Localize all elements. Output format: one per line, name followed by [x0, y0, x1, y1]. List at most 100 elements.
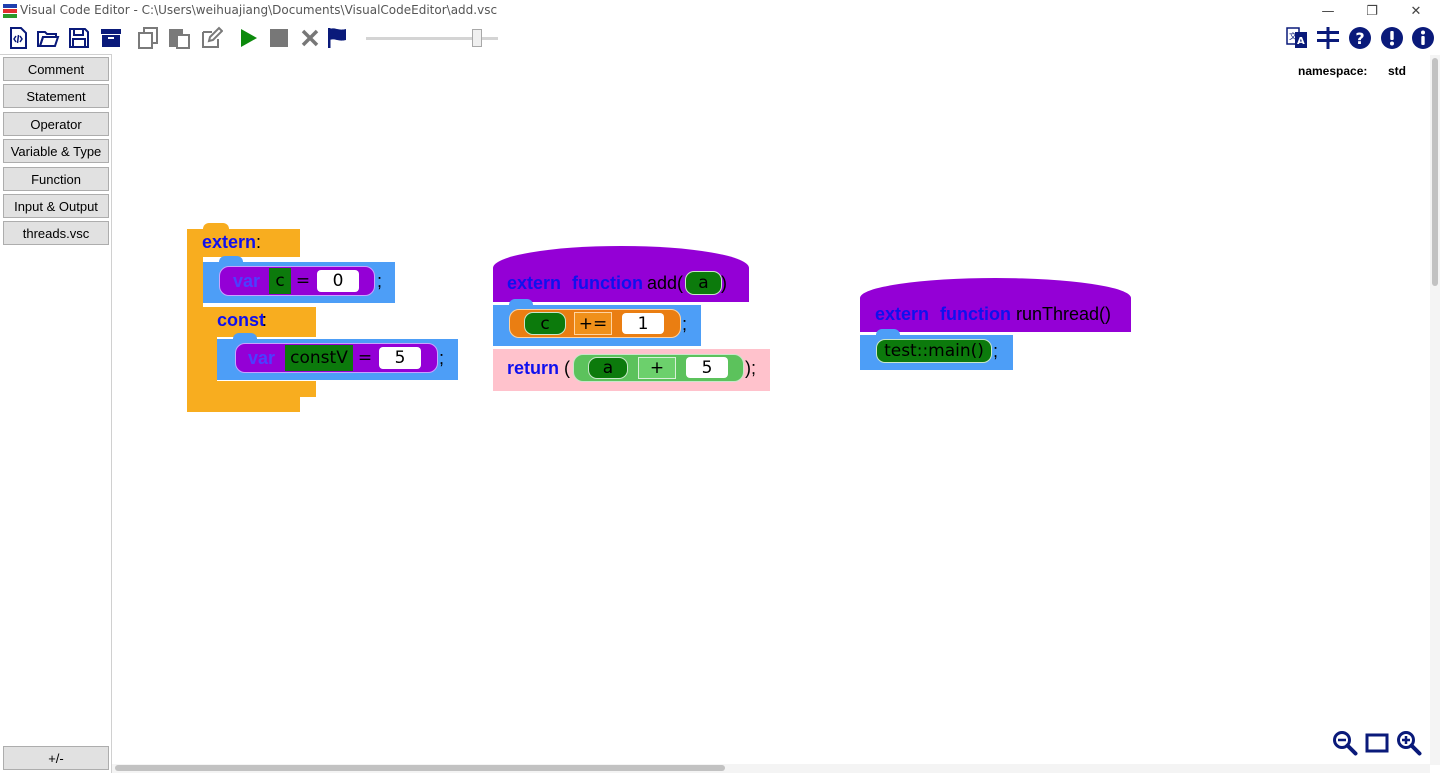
help-button[interactable]: ? [1347, 25, 1373, 51]
vertical-scroll-thumb[interactable] [1432, 58, 1438, 286]
toolbar: 文 A ? [0, 22, 1440, 54]
svg-text:文: 文 [1289, 31, 1297, 41]
namespace-value[interactable]: std [1388, 64, 1406, 78]
variable-name-c[interactable]: c [269, 268, 291, 294]
var-c-ref-label: c [540, 313, 550, 334]
assign-operator: = [295, 271, 311, 291]
app-icon [3, 4, 17, 18]
category-statement[interactable]: Statement [3, 84, 109, 108]
cancel-icon [301, 29, 319, 47]
svg-text:A: A [1297, 36, 1305, 47]
save-icon [69, 28, 89, 48]
translate-button[interactable]: 文 A [1284, 25, 1310, 51]
extern-keyword-add: extern [507, 273, 562, 293]
copy-icon [138, 27, 158, 49]
translate-icon: 文 A [1286, 27, 1307, 48]
param-a-label: a [698, 273, 709, 293]
run-icon [241, 29, 257, 47]
new-file-icon [10, 27, 27, 49]
copy-button[interactable] [135, 25, 161, 51]
new-file-button[interactable] [5, 25, 31, 51]
const-keyword: const [217, 310, 266, 330]
edit-icon [202, 26, 223, 48]
window-title: Visual Code Editor - C:\Users\weihuajian… [20, 3, 498, 17]
call-test-main[interactable]: test::main() [876, 339, 992, 363]
title-bar: Visual Code Editor - C:\Users\weihuajian… [0, 0, 1440, 22]
return-close: ); [745, 358, 756, 378]
value-input-0[interactable]: 0 [317, 270, 359, 292]
close-button[interactable]: ✕ [1396, 0, 1436, 22]
open-folder-icon [37, 31, 60, 47]
paste-icon [169, 29, 190, 49]
category-function[interactable]: Function [3, 167, 109, 191]
var-a-ref-label: a [602, 358, 614, 378]
var-keyword: var [233, 271, 261, 291]
archive-button[interactable] [98, 25, 124, 51]
open-button[interactable] [35, 25, 61, 51]
function-name-runthread: runThread() [1016, 304, 1112, 324]
function-name-add: add( [647, 273, 684, 293]
call-test-main-label: test::main() [884, 341, 984, 361]
value-input-1[interactable]: 1 [622, 313, 664, 334]
semicolon-4: ; [993, 341, 999, 361]
category-variable-type[interactable]: Variable & Type [3, 139, 109, 163]
return-open-paren: ( [564, 358, 570, 378]
settings-button[interactable] [1315, 25, 1341, 51]
semicolon-2: ; [439, 348, 445, 368]
param-a[interactable]: a [685, 271, 722, 295]
stop-button[interactable] [266, 25, 292, 51]
assign-operator-2: = [357, 348, 373, 368]
category-threads-file[interactable]: threads.vsc [3, 221, 109, 245]
category-operator[interactable]: Operator [3, 112, 109, 136]
fit-view-button[interactable] [1363, 729, 1391, 757]
alert-button[interactable] [1379, 25, 1405, 51]
category-input-output[interactable]: Input & Output [3, 194, 109, 218]
archive-icon [101, 29, 121, 47]
value-input-5[interactable]: 5 [379, 347, 421, 369]
info-icon [1412, 27, 1434, 49]
function-close-paren: ) [721, 273, 727, 293]
restore-button[interactable]: ❐ [1352, 0, 1392, 22]
function-keyword-run: function [940, 304, 1011, 324]
zoom-slider-thumb[interactable] [472, 29, 483, 47]
return-keyword: return [507, 358, 560, 378]
run-button[interactable] [235, 25, 261, 51]
category-comment[interactable]: Comment [3, 57, 109, 81]
var-a-ref[interactable]: a [588, 357, 628, 379]
const-colon: : [262, 310, 268, 330]
function-keyword-add: function [572, 273, 643, 293]
extern-keyword: extern [202, 232, 257, 252]
fit-icon [1365, 733, 1389, 753]
flag-icon [328, 28, 346, 48]
paste-button[interactable] [166, 25, 192, 51]
info-button[interactable] [1410, 25, 1436, 51]
stop-icon [270, 29, 288, 47]
zoom-out-icon [1333, 731, 1358, 756]
variable-name-constv[interactable]: constV [285, 345, 353, 371]
edit-button[interactable] [198, 25, 224, 51]
settings-icon [1317, 27, 1339, 49]
semicolon: ; [377, 271, 383, 291]
zoom-in-icon [1397, 731, 1422, 756]
alert-icon [1381, 27, 1403, 49]
zoom-out-button[interactable] [1331, 729, 1359, 757]
code-canvas[interactable] [112, 55, 1430, 765]
horizontal-scroll-thumb[interactable] [115, 765, 725, 771]
plus-operator[interactable]: + [638, 357, 676, 379]
extern-keyword-run: extern [875, 304, 930, 324]
value-input-5b[interactable]: 5 [686, 357, 728, 378]
plus-equals-operator[interactable]: += [574, 312, 612, 335]
toggle-panel-button[interactable]: +/- [3, 746, 109, 770]
flag-button[interactable] [324, 25, 350, 51]
var-keyword-2: var [248, 348, 276, 368]
var-c-ref[interactable]: c [524, 312, 566, 335]
namespace-label: namespace: [1298, 64, 1368, 78]
svg-text:?: ? [1355, 29, 1364, 48]
semicolon-3: ; [682, 314, 688, 334]
extern-colon: : [256, 232, 262, 252]
help-icon: ? [1349, 27, 1371, 49]
save-button[interactable] [66, 25, 92, 51]
cancel-button[interactable] [297, 25, 323, 51]
minimize-button[interactable]: — [1308, 0, 1348, 22]
zoom-in-button[interactable] [1395, 729, 1423, 757]
